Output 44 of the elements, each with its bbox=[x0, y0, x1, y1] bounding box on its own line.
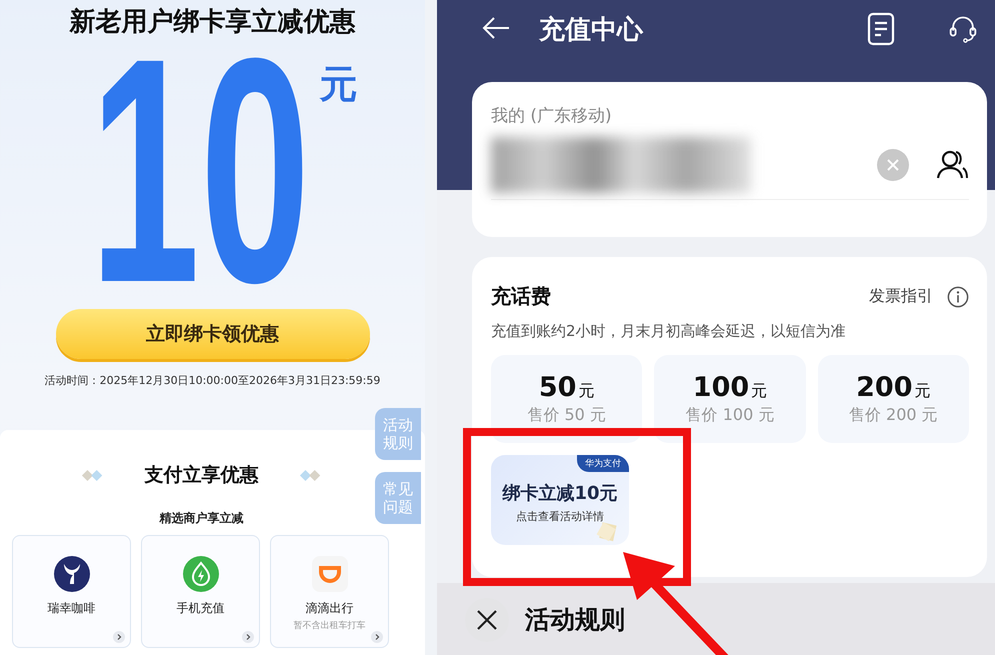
merchant-name: 滴滴出行 bbox=[306, 600, 354, 617]
document-icon[interactable] bbox=[867, 12, 895, 46]
activity-time: 活动时间：2025年12月30日10:00:00至2026年3月31日23:59:59 bbox=[44, 373, 380, 388]
amount-option[interactable]: 200 元 售价 200 元 bbox=[818, 355, 969, 443]
section-subtitle: 精选商户享立减 bbox=[160, 510, 244, 527]
chevron-right-icon bbox=[242, 631, 254, 643]
page-title: 充值中心 bbox=[539, 14, 643, 47]
sale-price: 售价 100 元 bbox=[686, 405, 774, 426]
discount-amount: 10 bbox=[89, 45, 310, 295]
sale-price: 售价 200 元 bbox=[848, 405, 938, 426]
sale-price: 售价 50 元 bbox=[527, 405, 606, 426]
lightning-drop-icon bbox=[182, 556, 218, 592]
promo-title: 新老用户绑卡享立减优惠 bbox=[70, 6, 356, 39]
amount-value: 100 元 bbox=[692, 372, 768, 403]
account-label: 我的 (广东移动) bbox=[491, 105, 613, 127]
amount-value: 50 元 bbox=[538, 372, 594, 403]
section-title: 支付立享优惠 bbox=[144, 463, 258, 488]
section-title: 充话费 bbox=[491, 283, 551, 310]
promo-card[interactable]: 华为支付 绑卡立减10元 点击查看活动详情 bbox=[491, 455, 629, 545]
info-icon[interactable] bbox=[947, 286, 969, 308]
amount-value: 200 元 bbox=[856, 372, 930, 403]
contacts-icon[interactable] bbox=[937, 150, 969, 180]
amount-option[interactable]: 50 元 售价 50 元 bbox=[491, 355, 642, 443]
invoice-guide-link[interactable]: 发票指引 bbox=[869, 286, 933, 307]
rules-title: 活动规则 bbox=[525, 604, 625, 636]
bind-card-button[interactable]: 立即绑卡领优惠 bbox=[56, 309, 370, 359]
merchant-card[interactable]: 瑞幸咖啡 bbox=[12, 535, 131, 648]
amount-option[interactable]: 100 元 售价 100 元 bbox=[654, 355, 806, 443]
notice-text: 充值到账约2小时，月末月初高峰会延迟，以短信为准 bbox=[491, 322, 847, 341]
cup-logo-icon bbox=[312, 556, 348, 592]
promo-title: 绑卡立减10元 bbox=[502, 482, 618, 505]
chevron-right-icon bbox=[113, 631, 125, 643]
diamond-icon bbox=[80, 468, 104, 482]
chevron-right-icon bbox=[371, 631, 383, 643]
diamond-icon bbox=[298, 468, 322, 482]
merchant-card[interactable]: 滴滴出行 暂不含出租车打车 bbox=[270, 535, 389, 648]
back-arrow-icon[interactable] bbox=[481, 16, 511, 40]
promo-subtitle: 点击查看活动详情 bbox=[516, 509, 604, 524]
merchant-card[interactable]: 手机充值 bbox=[141, 535, 260, 648]
merchant-note: 暂不含出租车打车 bbox=[294, 620, 366, 632]
payment-badge: 华为支付 bbox=[577, 455, 629, 472]
currency-unit: 元 bbox=[319, 61, 358, 108]
merchant-name: 瑞幸咖啡 bbox=[48, 600, 96, 617]
merchant-name: 手机充值 bbox=[176, 600, 224, 617]
